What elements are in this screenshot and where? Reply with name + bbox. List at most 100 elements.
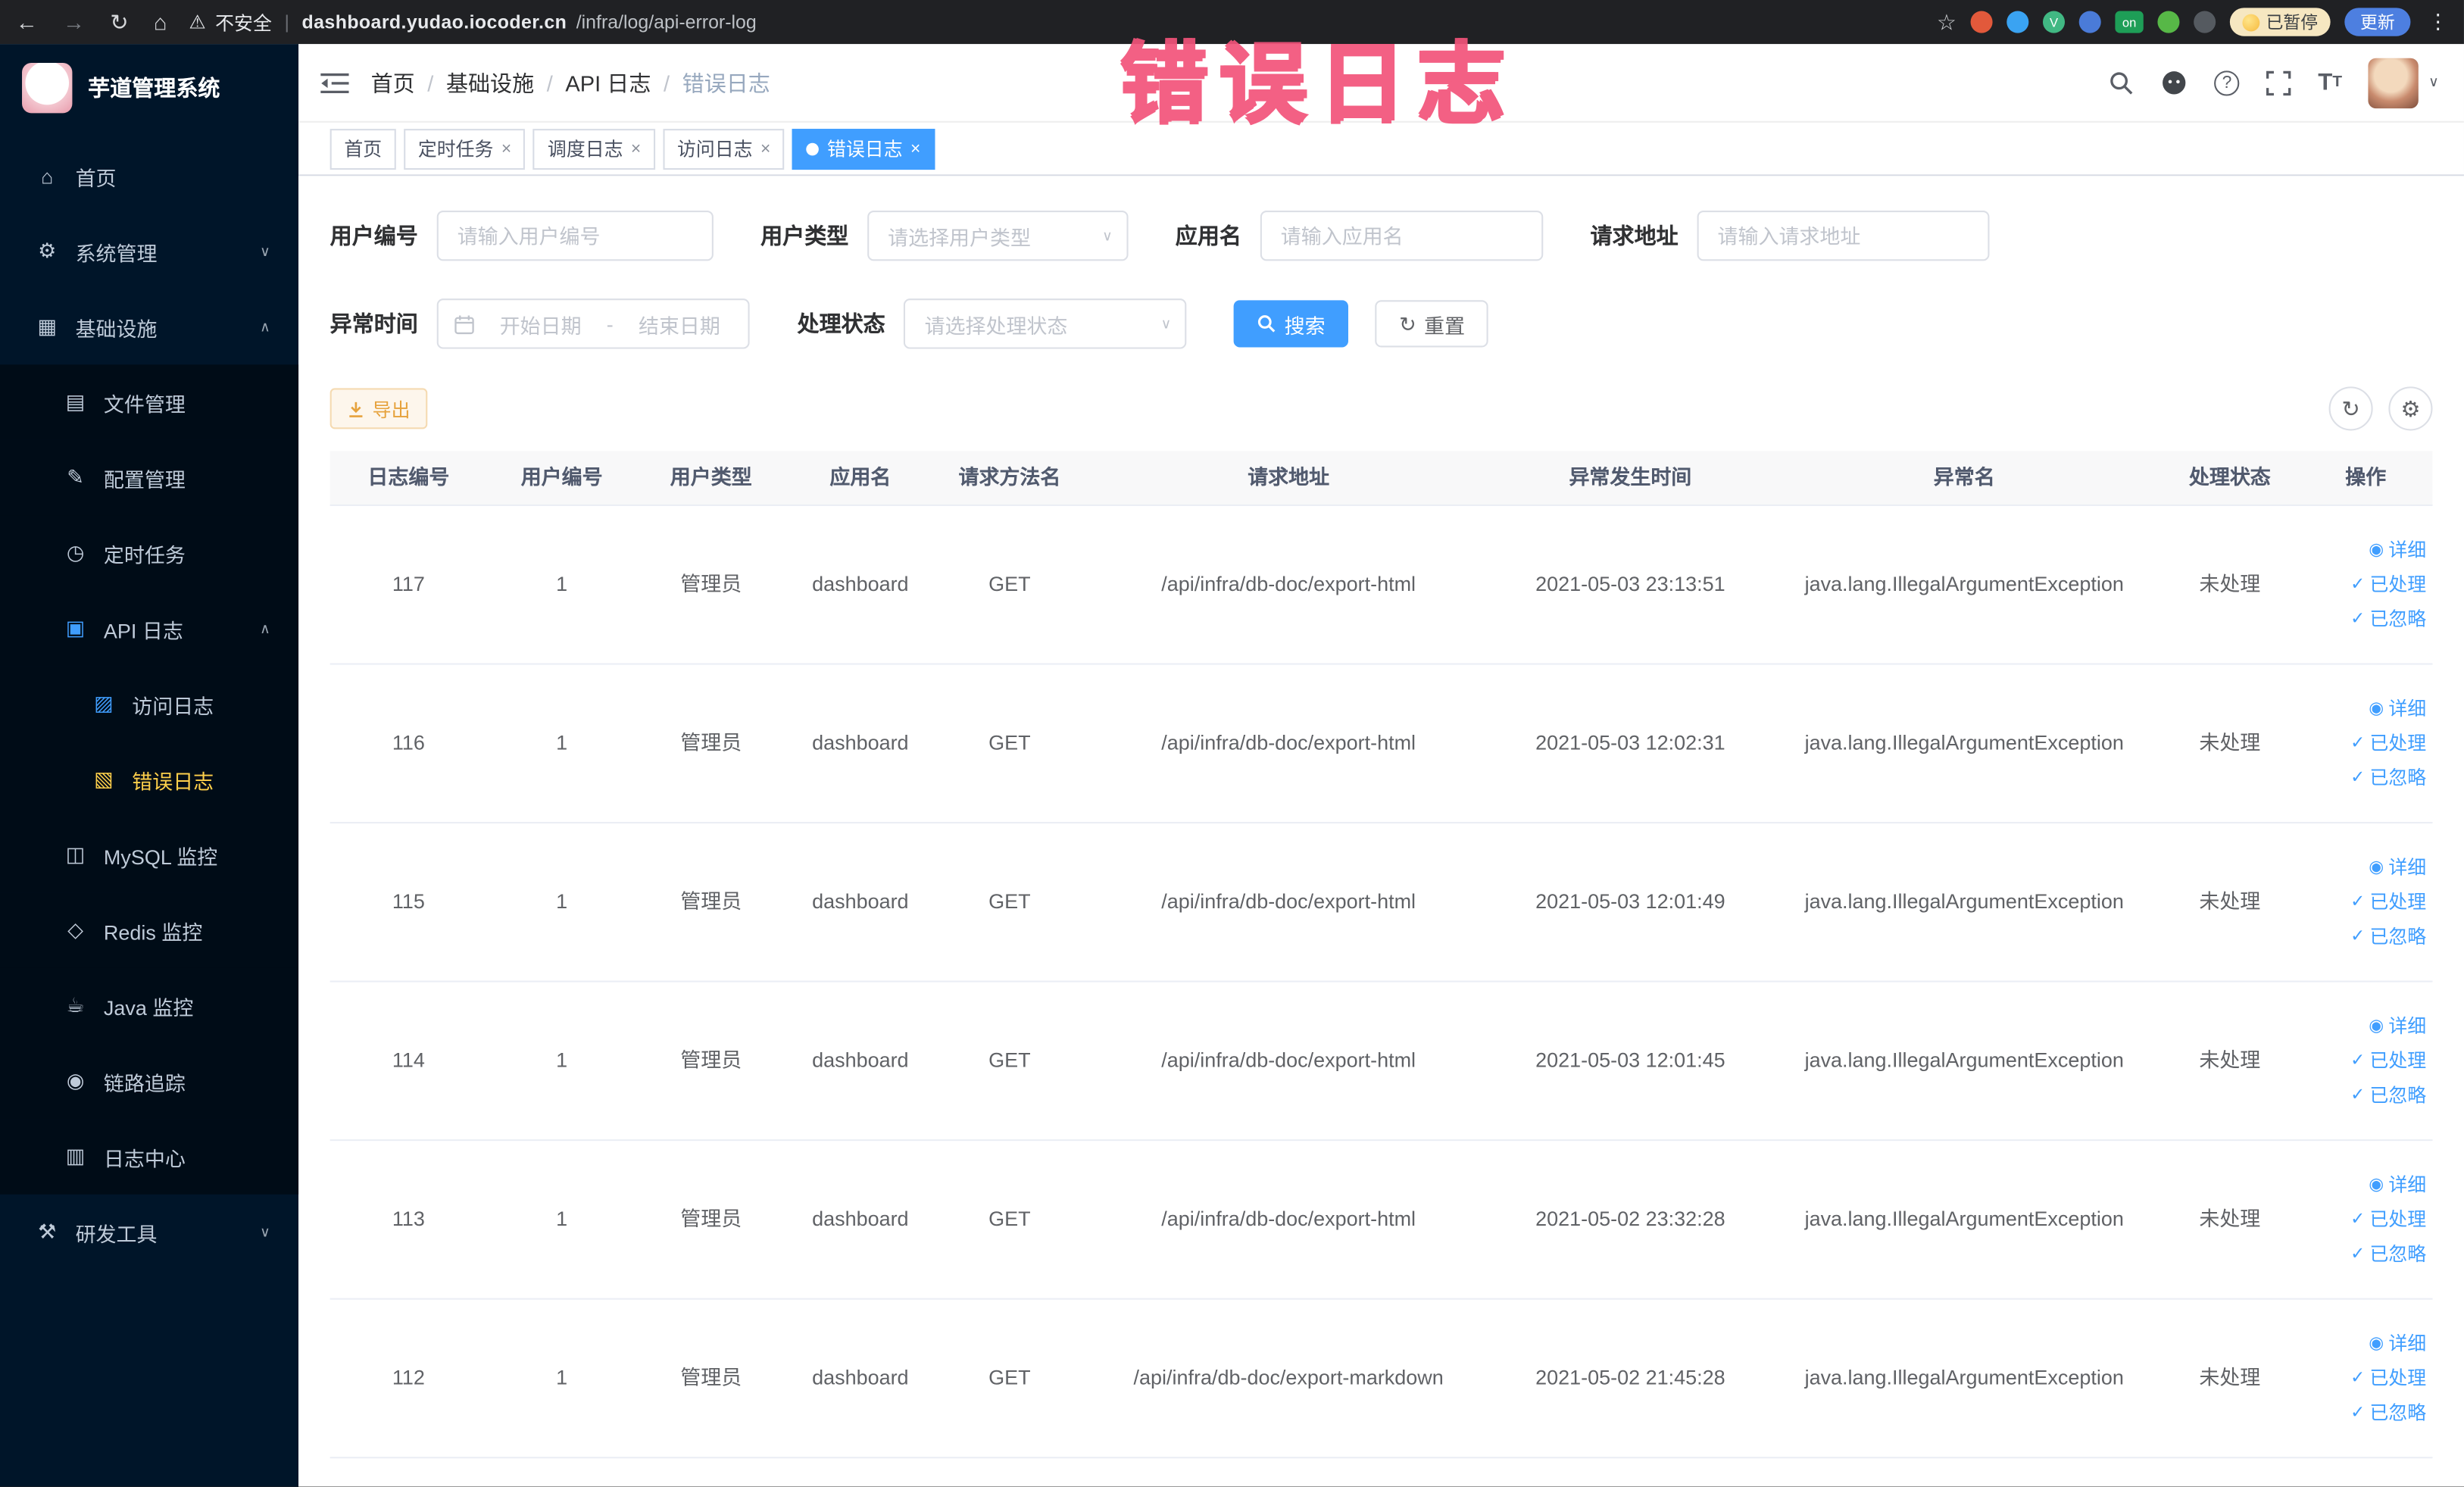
mark-processed-link[interactable]: ✓ 已处理 (2350, 888, 2426, 916)
user-id-input[interactable] (436, 210, 714, 261)
tab-home[interactable]: 首页 (329, 128, 396, 170)
eye-icon: ◉ (2369, 540, 2384, 560)
error-log-table: 日志编号 用户编号 用户类型 应用名 请求方法名 请求地址 异常发生时间 异常名… (329, 451, 2433, 1459)
breadcrumb-api-log[interactable]: API 日志 (565, 67, 651, 98)
detail-link[interactable]: ◉ 详细 (2369, 695, 2426, 723)
mark-ignored-link[interactable]: ✓ 已忽略 (2350, 1398, 2426, 1426)
tab-scheduled-jobs[interactable]: 定时任务 × (404, 128, 526, 170)
sidebar-item-error-log[interactable]: ▧ 错误日志 (0, 742, 299, 817)
check-icon: ✓ (2350, 574, 2366, 594)
column-settings-button[interactable]: ⚙ (2388, 386, 2433, 431)
refresh-button[interactable]: ↻ (2328, 386, 2373, 431)
sidebar-item-trace[interactable]: ◉ 链路追踪 (0, 1043, 299, 1120)
sidebar-item-home[interactable]: ⌂ 首页 (0, 139, 298, 214)
date-start-input[interactable]: 开始日期 (487, 309, 594, 339)
app-logo[interactable]: 芋道管理系统 (0, 44, 298, 132)
fullscreen-icon[interactable] (2266, 70, 2291, 95)
date-end-input[interactable]: 结束日期 (626, 309, 732, 339)
browser-update-button[interactable]: 更新 (2344, 8, 2411, 36)
detail-link[interactable]: ◉ 详细 (2369, 1012, 2426, 1040)
reload-icon[interactable]: ↻ (110, 0, 128, 44)
forward-icon[interactable]: → (63, 0, 85, 44)
cell-status: 未处理 (2199, 731, 2261, 755)
tab-schedule-log[interactable]: 调度日志 × (533, 128, 655, 170)
breadcrumb-infrastructure[interactable]: 基础设施 (446, 67, 534, 98)
detail-link[interactable]: ◉ 详细 (2369, 854, 2426, 882)
sidebar-item-file-management[interactable]: ▤ 文件管理 (0, 364, 299, 440)
help-icon[interactable]: ? (2214, 70, 2240, 95)
request-url-input[interactable] (1697, 210, 1990, 261)
extension-icon[interactable] (2157, 11, 2180, 33)
mark-ignored-link[interactable]: ✓ 已忽略 (2350, 1081, 2426, 1109)
paused-badge[interactable]: 已暂停 (2229, 8, 2331, 36)
user-menu[interactable]: ∨ (2369, 57, 2439, 108)
cell-method: GET (988, 1207, 1031, 1231)
extension-icon[interactable] (2078, 11, 2101, 33)
search-icon[interactable] (2109, 70, 2134, 95)
extension-puzzle-icon[interactable] (2194, 11, 2216, 33)
mark-ignored-link[interactable]: ✓ 已忽略 (2350, 764, 2426, 792)
extension-icon[interactable] (2006, 11, 2029, 33)
close-icon[interactable]: × (910, 139, 920, 158)
sidebar-item-dev-tools[interactable]: ⚒ 研发工具 ∨ (0, 1195, 298, 1270)
extension-icon[interactable]: V (2042, 11, 2066, 33)
bookmark-star-icon[interactable]: ☆ (1937, 0, 1957, 44)
access-log-icon: ▨ (94, 691, 114, 715)
date-range-picker[interactable]: 开始日期 - 结束日期 (436, 298, 751, 349)
check-icon: ✓ (2350, 892, 2366, 911)
home-icon[interactable]: ⌂ (154, 0, 167, 44)
process-status-select[interactable]: 请选择处理状态 ∨ (904, 298, 1188, 349)
sidebar-item-api-log[interactable]: ▣ API 日志 ∧ (0, 591, 299, 667)
mark-ignored-link[interactable]: ✓ 已忽略 (2350, 605, 2426, 633)
detail-link[interactable]: ◉ 详细 (2369, 536, 2426, 564)
extension-on-badge[interactable]: on (2115, 11, 2144, 33)
mark-processed-link[interactable]: ✓ 已处理 (2350, 1047, 2426, 1075)
cell-app-name: dashboard (812, 572, 909, 596)
filter-row-2: 异常时间 开始日期 - 结束日期 处理状态 请选择处理状态 ∨ 搜索 ↻ 重置 (330, 298, 2433, 349)
sidebar-item-java-monitor[interactable]: ☕ Java 监控 (0, 967, 299, 1044)
font-size-icon[interactable]: TT (2318, 69, 2342, 95)
mark-ignored-link[interactable]: ✓ 已忽略 (2350, 923, 2426, 951)
search-button[interactable]: 搜索 (1234, 300, 1349, 348)
reset-button[interactable]: ↻ 重置 (1376, 300, 1489, 348)
address-bar[interactable]: ⚠ 不安全 | dashboard.yudao.iocoder.cn/infra… (189, 8, 1936, 35)
table-header-row: 日志编号 用户编号 用户类型 应用名 请求方法名 请求地址 异常发生时间 异常名… (329, 451, 2433, 507)
filter-exception-time: 异常时间 开始日期 - 结束日期 (330, 298, 751, 349)
eye-icon: ◉ (2369, 698, 2384, 718)
app-name-input[interactable] (1260, 210, 1544, 261)
cell-actions: ◉ 详细 ✓ 已处理 ✓ 已忽略 (2299, 854, 2432, 951)
detail-link[interactable]: ◉ 详细 (2369, 1329, 2426, 1357)
cell-log-id: 113 (392, 1207, 425, 1231)
sidebar-item-scheduled-jobs[interactable]: ◷ 定时任务 (0, 515, 299, 592)
github-icon[interactable] (2161, 69, 2188, 95)
close-icon[interactable]: × (631, 139, 641, 158)
sidebar-item-redis-monitor[interactable]: ◇ Redis 监控 (0, 892, 299, 968)
mark-processed-link[interactable]: ✓ 已处理 (2350, 1364, 2426, 1392)
sidebar-item-access-log[interactable]: ▨ 访问日志 (0, 666, 299, 742)
cell-request-url: /api/infra/db-doc/export-markdown (1133, 1366, 1444, 1390)
close-icon[interactable]: × (501, 139, 511, 158)
close-icon[interactable]: × (760, 139, 770, 158)
mark-processed-link[interactable]: ✓ 已处理 (2350, 570, 2426, 598)
tab-error-log[interactable]: 错误日志 × (792, 128, 935, 170)
breadcrumb-home[interactable]: 首页 (371, 67, 415, 98)
cell-user-id: 1 (556, 1366, 568, 1390)
main-area: 首页 / 基础设施 / API 日志 / 错误日志 ? T T ∨ 首页 定时任… (298, 44, 2464, 1487)
sidebar-item-log-center[interactable]: ▥ 日志中心 (0, 1119, 299, 1195)
browser-menu-icon[interactable]: ⋮ (2428, 9, 2448, 34)
detail-link[interactable]: ◉ 详细 (2369, 1171, 2426, 1199)
extension-icon[interactable] (1970, 11, 1993, 33)
sidebar-collapse-icon[interactable] (320, 70, 349, 95)
mark-processed-link[interactable]: ✓ 已处理 (2350, 729, 2426, 758)
sidebar-item-mysql-monitor[interactable]: ◫ MySQL 监控 (0, 817, 299, 893)
tab-access-log[interactable]: 访问日志 × (663, 128, 785, 170)
cell-method: GET (988, 889, 1031, 914)
user-type-select[interactable]: 请选择用户类型 ∨ (867, 210, 1129, 261)
sidebar-item-infrastructure[interactable]: ▦ 基础设施 ∧ (0, 289, 298, 365)
sidebar-item-config-management[interactable]: ✎ 配置管理 (0, 439, 299, 516)
back-icon[interactable]: ← (16, 0, 38, 44)
mark-ignored-link[interactable]: ✓ 已忽略 (2350, 1240, 2426, 1268)
mark-processed-link[interactable]: ✓ 已处理 (2350, 1205, 2426, 1233)
export-button[interactable]: 导出 (329, 388, 428, 430)
sidebar-item-system-management[interactable]: ⚙ 系统管理 ∨ (0, 214, 298, 289)
